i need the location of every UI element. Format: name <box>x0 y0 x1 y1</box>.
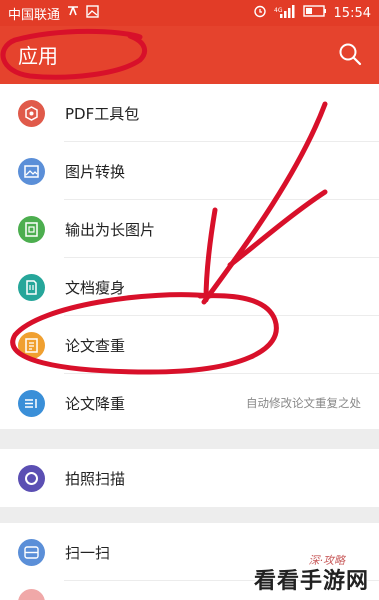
status-bar: 中国联通 4G 15:54 <box>0 0 379 26</box>
list-item-label: 图片转换 <box>65 162 126 181</box>
svg-text:4G: 4G <box>274 7 283 14</box>
search-icon[interactable] <box>337 41 363 67</box>
app-bar: 应用 <box>0 26 379 84</box>
list-item-pdf-toolkit[interactable]: PDF工具包 <box>0 84 379 142</box>
scan-section: 拍照扫描 <box>0 449 379 507</box>
carrier-label: 中国联通 <box>8 7 61 23</box>
pdf-toolkit-icon <box>18 99 45 127</box>
list-item-paper-check[interactable]: 论文查重 <box>0 316 379 374</box>
list-item-doc-slim[interactable]: 文档瘦身 <box>0 258 379 316</box>
camera-scan-icon <box>18 464 45 492</box>
notification-icon <box>66 5 80 21</box>
list-item-label: PDF工具包 <box>65 104 140 123</box>
list-item-label: 论文降重 <box>65 394 126 413</box>
image-convert-icon <box>18 157 45 185</box>
clock: 15:54 <box>333 5 371 21</box>
doc-slim-icon <box>18 273 45 301</box>
list-item-label: 扫一扫 <box>65 543 111 562</box>
section-divider <box>0 429 379 449</box>
paper-check-icon <box>18 331 45 359</box>
signal-icon: 4G <box>274 4 296 22</box>
list-item-label: 输出为长图片 <box>65 220 156 239</box>
long-image-icon <box>18 215 45 243</box>
alarm-icon <box>253 4 267 22</box>
section-divider <box>0 507 379 523</box>
list-item-label: 拍照扫描 <box>65 469 126 488</box>
list-item-label: 文档瘦身 <box>65 278 126 297</box>
scan-qr-icon <box>18 538 45 566</box>
list-item-camera-scan[interactable]: 拍照扫描 <box>0 449 379 507</box>
list-item-label: 论文查重 <box>65 336 126 355</box>
tools-list: PDF工具包 图片转换 输出为长图片 文档瘦身 论文查重 论文降重 自动修改论文… <box>0 84 379 429</box>
partial-list-item-icon <box>18 589 45 600</box>
list-item-hint: 自动修改论文重复之处 <box>246 396 361 410</box>
paper-reduce-icon <box>18 389 45 417</box>
list-item-image-convert[interactable]: 图片转换 <box>0 142 379 200</box>
page-title: 应用 <box>18 44 58 68</box>
watermark: 看看手游网 <box>253 569 369 594</box>
battery-icon <box>302 5 327 21</box>
list-item-long-image[interactable]: 输出为长图片 <box>0 200 379 258</box>
gallery-icon <box>86 4 99 22</box>
list-item-paper-reduce[interactable]: 论文降重 自动修改论文重复之处 <box>0 374 379 432</box>
